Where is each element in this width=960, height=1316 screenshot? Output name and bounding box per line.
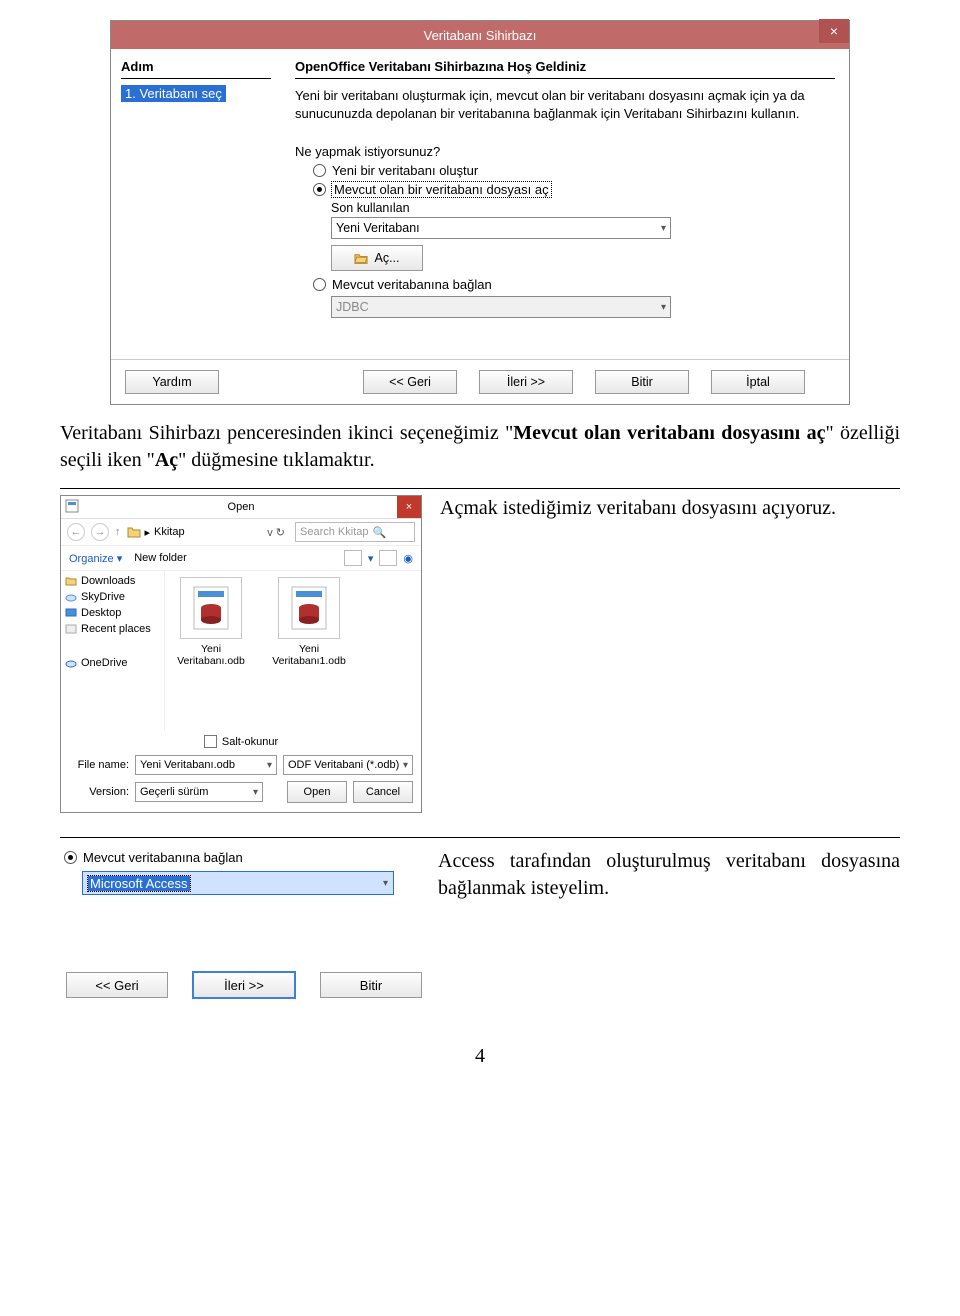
back-button[interactable]: << Geri: [66, 972, 168, 998]
open-nav: ← → ↑ ▸ Kkitap v ↻ Search Kkitap 🔍: [61, 519, 421, 546]
finish-button[interactable]: Bitir: [320, 972, 422, 998]
tree-downloads[interactable]: Downloads: [65, 575, 160, 587]
wizard-question: Ne yapmak istiyorsunuz?: [295, 144, 835, 159]
page-number: 4: [60, 1045, 900, 1068]
finish-button[interactable]: Bitir: [595, 370, 689, 394]
search-icon: 🔍: [372, 526, 386, 539]
chevron-down-icon: ▾: [661, 302, 666, 313]
radio-create-new[interactable]: Yeni bir veritabanı oluştur: [313, 163, 835, 178]
open-titlebar: Open ×: [61, 496, 421, 519]
step-1[interactable]: 1. Veritabanı seç: [121, 85, 226, 102]
desktop-icon: [65, 608, 77, 618]
newfolder-button[interactable]: New folder: [134, 552, 187, 564]
organize-menu[interactable]: Organize ▾: [69, 552, 122, 565]
open-dialog: Open × ← → ↑ ▸ Kkitap v ↻ Search Kkitap …: [60, 495, 422, 813]
paragraph-2: Açmak istediğimiz veritabanı dosyasını a…: [440, 495, 900, 522]
open-button[interactable]: Aç...: [331, 245, 423, 271]
chevron-down-icon: ▾: [267, 760, 272, 771]
db-type-combo[interactable]: Microsoft Access ▾: [82, 871, 394, 895]
app-icon: [65, 499, 79, 513]
tree-skydrive[interactable]: SkyDrive: [65, 591, 160, 603]
folder-icon: [127, 526, 141, 538]
view-icon[interactable]: [379, 550, 397, 566]
file-pane: Yeni Veritabanı.odb Yeni: [165, 571, 421, 731]
search-input[interactable]: Search Kkitap 🔍: [295, 522, 415, 542]
filetype-select[interactable]: ODF Veritabani (*.odb) ▾: [283, 755, 413, 775]
radio-connect-existing[interactable]: Mevcut veritabanına bağlan: [313, 277, 835, 292]
folder-tree: Downloads SkyDrive Desktop Recent places…: [61, 571, 165, 731]
up-arrow-icon[interactable]: ↑: [115, 526, 121, 538]
help-button[interactable]: Yardım: [125, 370, 219, 394]
help-icon[interactable]: ◉: [403, 552, 413, 565]
cloud-icon: [65, 658, 77, 668]
radio-open-existing[interactable]: Mevcut olan bir veritabanı dosyası aç: [313, 182, 835, 197]
wizard-titlebar: Veritabanı Sihirbazı ×: [111, 21, 849, 49]
wizard-intro: Yeni bir veritabanı oluşturmak için, mev…: [295, 87, 835, 122]
steps-header: Adım: [121, 59, 271, 74]
chevron-down-icon: ▾: [383, 878, 388, 889]
checkbox-icon: [204, 735, 217, 748]
back-button[interactable]: << Geri: [363, 370, 457, 394]
db-wizard-window: Veritabanı Sihirbazı × Adım 1. Veritaban…: [110, 20, 850, 405]
tree-recent[interactable]: Recent places: [65, 623, 160, 635]
open-toolbar: Organize ▾ New folder ▾ ◉: [61, 546, 421, 571]
tree-desktop[interactable]: Desktop: [65, 607, 160, 619]
radio-icon: [313, 164, 326, 177]
paragraph-1: Veritabanı Sihirbazı penceresinden ikinc…: [60, 420, 900, 474]
chevron-down-icon: ▾: [403, 760, 408, 771]
connect-type-combo: JDBC ▾: [331, 296, 671, 318]
next-button[interactable]: İleri >>: [479, 370, 573, 394]
next-button[interactable]: İleri >>: [192, 971, 296, 999]
folder-icon: [65, 576, 77, 586]
open-confirm-button[interactable]: Open: [287, 781, 347, 803]
recent-combo[interactable]: Yeni Veritabanı ▾: [331, 217, 671, 239]
radio-icon: [64, 851, 77, 864]
chevron-down-icon: ▾: [253, 787, 258, 798]
version-label: Version:: [69, 786, 129, 798]
radio-connect-existing[interactable]: Mevcut veritabanına bağlan: [64, 850, 420, 865]
open-cancel-button[interactable]: Cancel: [353, 781, 413, 803]
tree-onedrive[interactable]: OneDrive: [65, 657, 160, 669]
forward-arrow-icon[interactable]: →: [91, 523, 109, 541]
panel3-footer: << Geri İleri >> Bitir: [60, 965, 420, 1005]
cloud-icon: [65, 592, 77, 602]
wizard-footer: Yardım << Geri İleri >> Bitir İptal: [111, 359, 849, 404]
database-file-icon: [193, 586, 229, 630]
readonly-row[interactable]: Salt-okunur: [61, 731, 421, 752]
paragraph-3: Access tarafından oluşturulmuş veritaban…: [438, 848, 900, 902]
file-item[interactable]: Yeni Veritabanı.odb: [171, 577, 251, 667]
back-arrow-icon[interactable]: ←: [67, 523, 85, 541]
chevron-down-icon: ▾: [661, 223, 666, 234]
close-icon[interactable]: ×: [819, 19, 849, 43]
open-title: Open: [228, 501, 255, 513]
cancel-button[interactable]: İptal: [711, 370, 805, 394]
wizard-title: Veritabanı Sihirbazı: [424, 28, 537, 43]
wizard-welcome: OpenOffice Veritabanı Sihirbazına Hoş Ge…: [295, 59, 835, 74]
radio-icon: [313, 183, 326, 196]
version-select[interactable]: Geçerli sürüm ▾: [135, 782, 263, 802]
recent-icon: [65, 624, 77, 634]
filename-label: File name:: [69, 759, 129, 771]
folder-icon: [354, 252, 368, 264]
breadcrumb[interactable]: ▸ Kkitap: [127, 526, 258, 539]
database-file-icon: [291, 586, 327, 630]
wizard-steps-panel: Adım 1. Veritabanı seç: [111, 49, 281, 359]
file-item[interactable]: Yeni Veritabanı1.odb: [269, 577, 349, 667]
radio-icon: [313, 278, 326, 291]
recent-label: Son kullanılan: [331, 201, 835, 215]
refresh-icon[interactable]: v ↻: [263, 526, 289, 539]
connect-panel: Mevcut veritabanına bağlan Microsoft Acc…: [60, 848, 420, 1005]
close-icon[interactable]: ×: [397, 496, 421, 518]
view-icon[interactable]: [344, 550, 362, 566]
filename-input[interactable]: Yeni Veritabanı.odb ▾: [135, 755, 277, 775]
